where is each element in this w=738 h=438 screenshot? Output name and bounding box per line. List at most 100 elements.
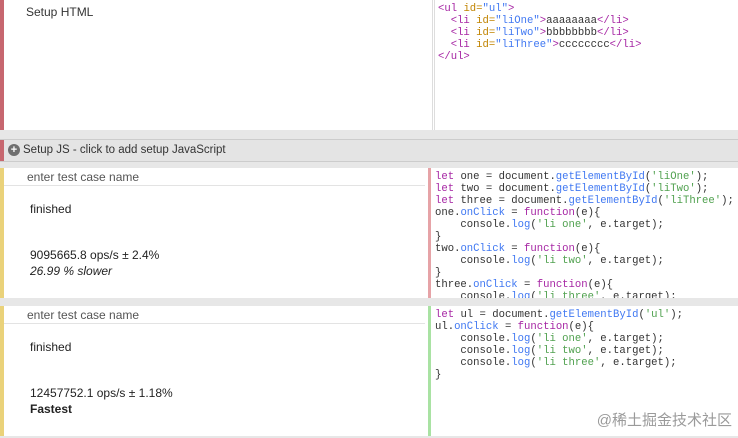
test-case-2-info: finished 12457752.1 ops/s ± 1.18% Fastes… — [4, 306, 430, 436]
code-token: } — [435, 231, 442, 243]
code-token: 'li three' — [536, 291, 601, 298]
code-token: onClick — [473, 279, 518, 291]
code-token: <li — [438, 27, 477, 39]
code-line: } — [435, 369, 738, 381]
code-line: console.log('li one', e.target); — [435, 219, 738, 231]
code-token: getElementById — [555, 183, 645, 195]
code-token: log — [511, 333, 531, 345]
code-line: console.log('li two', e.target); — [435, 255, 738, 267]
test-case-1-code-editor[interactable]: let one = document.getElementById('liOne… — [432, 168, 738, 298]
code-token: = — [498, 321, 518, 333]
code-token: two = document. — [460, 183, 556, 195]
code-token: 'liOne' — [651, 171, 696, 183]
code-token: ul = document. — [460, 309, 550, 321]
code-line: let three = document.getElementById('liT… — [435, 195, 738, 207]
code-token: console. — [435, 333, 512, 345]
code-token: getElementById — [568, 195, 658, 207]
code-token: "ul" — [482, 3, 508, 15]
code-token: three = document. — [460, 195, 569, 207]
code-token: 'li two' — [536, 345, 588, 357]
code-token: id= — [476, 15, 496, 27]
test-case-1-code-border — [428, 168, 431, 298]
code-token: one. — [435, 207, 461, 219]
code-line: ul.onClick = function(e){ — [435, 321, 738, 333]
code-token: > — [507, 3, 515, 15]
code-token: 'li one' — [536, 333, 588, 345]
code-token: onClick — [460, 243, 505, 255]
code-token: id= — [463, 3, 483, 15]
code-token: } — [435, 369, 442, 381]
setup-html-title: Setup HTML — [26, 5, 94, 19]
code-token: , e.target); — [600, 291, 677, 298]
test-case-2-ops: 12457752.1 ops/s ± 1.18% — [30, 386, 173, 400]
code-token: console. — [435, 219, 512, 231]
code-token: , e.target); — [587, 333, 664, 345]
code-token: 'li one' — [536, 219, 588, 231]
setup-js-bar[interactable]: + Setup JS - click to add setup JavaScri… — [0, 139, 738, 162]
code-token: (e){ — [587, 279, 614, 291]
code-token: ); — [695, 183, 709, 195]
code-token: log — [511, 291, 531, 298]
code-token: getElementById — [549, 309, 639, 321]
test-case-1-name-input[interactable] — [4, 168, 425, 186]
code-token: </ul> — [438, 51, 470, 63]
code-token: <li — [438, 15, 477, 27]
code-token: "liOne" — [495, 15, 540, 27]
code-token: id= — [476, 39, 496, 51]
code-token: , e.target); — [587, 219, 664, 231]
code-token: console. — [435, 357, 512, 369]
setup-html-code-editor[interactable]: <ul id="ul"> <li id="liOne">aaaaaaaa</li… — [434, 0, 738, 130]
code-token: function — [524, 207, 575, 219]
code-token: log — [511, 255, 531, 267]
setup-js-accent — [0, 140, 4, 161]
code-token: 'liTwo' — [651, 183, 696, 195]
code-token: bbbbbbbb — [546, 27, 597, 39]
test-case-2-verdict: Fastest — [30, 402, 73, 416]
test-case-1: finished 9095665.8 ops/s ± 2.4% 26.99 % … — [0, 168, 738, 298]
code-token: "liThree" — [495, 39, 553, 51]
code-token: two. — [435, 243, 461, 255]
code-token: let — [435, 195, 461, 207]
code-token: one = document. — [460, 171, 556, 183]
test-case-1-verdict: 26.99 % slower — [30, 264, 113, 278]
code-token: getElementById — [555, 171, 645, 183]
watermark: @稀土掘金技术社区 — [596, 412, 732, 429]
setup-js-label[interactable]: Setup JS - click to add setup JavaScript — [23, 144, 226, 156]
code-token: <li — [438, 39, 477, 51]
code-line: console.log('li one', e.target); — [435, 333, 738, 345]
code-token: , e.target); — [587, 255, 664, 267]
code-token: 'ul' — [644, 309, 671, 321]
plus-circle-icon[interactable]: + — [8, 144, 20, 156]
code-line: two.onClick = function(e){ — [435, 243, 738, 255]
code-token: 'li two' — [536, 255, 588, 267]
code-token: = — [504, 243, 525, 255]
code-token: let — [435, 183, 461, 195]
code-token: console. — [435, 345, 512, 357]
code-line: one.onClick = function(e){ — [435, 207, 738, 219]
code-token: cccccccc — [558, 39, 610, 51]
code-token: , e.target); — [587, 345, 664, 357]
code-token: 'li three' — [536, 357, 601, 369]
test-case-2-name-input[interactable] — [4, 306, 425, 324]
code-token: </li> — [596, 15, 629, 27]
code-line: <ul id="ul"> — [438, 3, 738, 15]
code-line: console.log('li three', e.target); — [435, 291, 738, 298]
test-case-1-ops: 9095665.8 ops/s ± 2.4% — [30, 248, 160, 262]
code-line: console.log('li two', e.target); — [435, 345, 738, 357]
code-token: ); — [670, 309, 683, 321]
code-line: } — [435, 267, 738, 279]
code-token: = — [517, 279, 537, 291]
code-token: onClick — [454, 321, 499, 333]
code-token: id= — [476, 27, 496, 39]
code-token: (e){ — [574, 243, 601, 255]
code-token: ul. — [435, 321, 455, 333]
code-line: <li id="liThree">cccccccc</li> — [438, 39, 738, 51]
code-line: <li id="liTwo">bbbbbbbb</li> — [438, 27, 738, 39]
code-line: three.onClick = function(e){ — [435, 279, 738, 291]
code-line: let one = document.getElementById('liOne… — [435, 171, 738, 183]
code-token: <ul — [438, 3, 464, 15]
code-token: log — [511, 357, 531, 369]
code-line: } — [435, 231, 738, 243]
code-line: console.log('li three', e.target); — [435, 357, 738, 369]
code-token: let — [435, 171, 461, 183]
